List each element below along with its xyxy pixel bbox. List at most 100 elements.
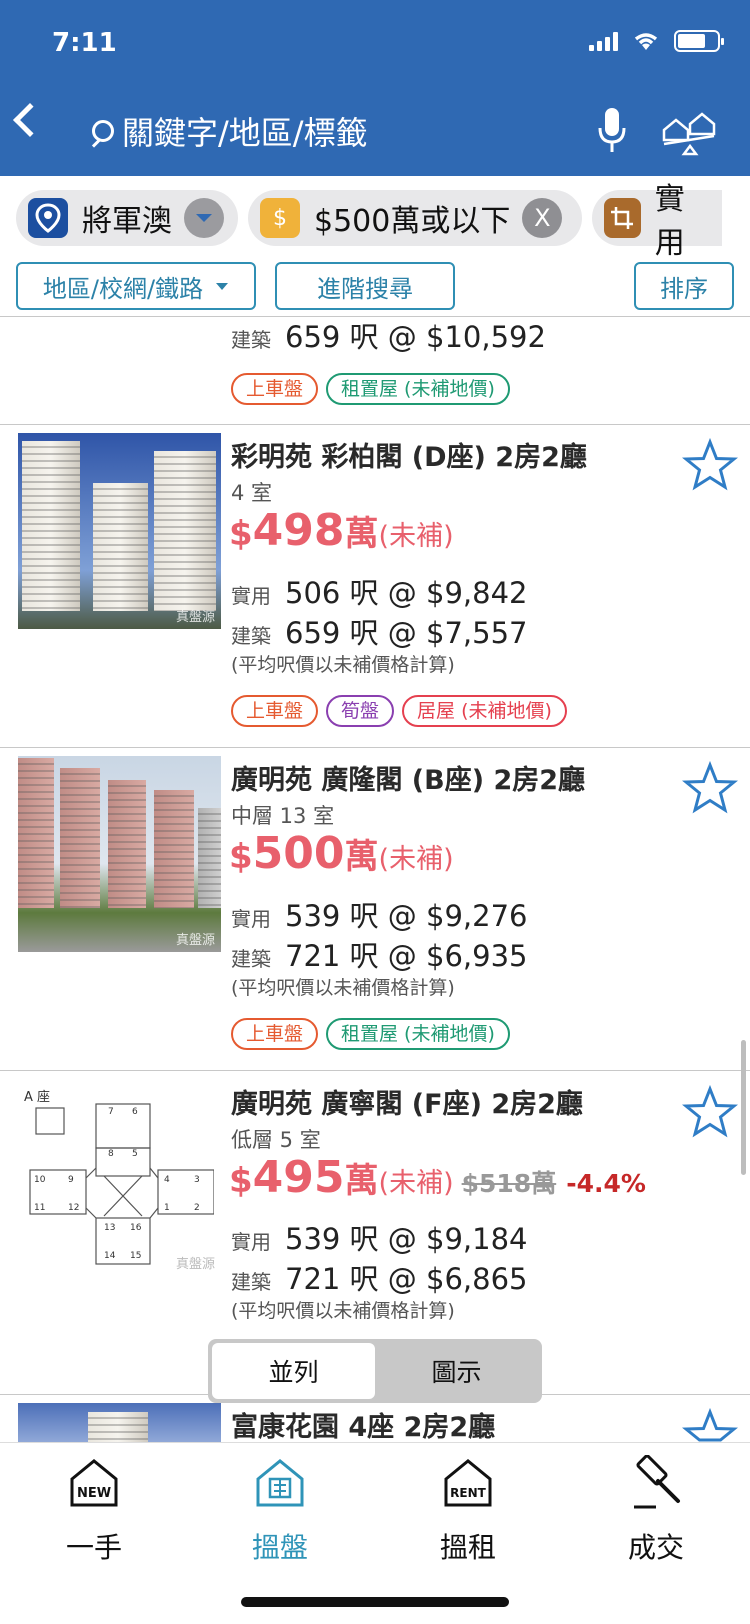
price-footnote: (平均呎價以未補價格計算) <box>231 1300 455 1322</box>
house-search-icon <box>256 1459 304 1507</box>
search-input[interactable]: 關鍵字/地區/標籤 <box>92 108 368 154</box>
divider <box>0 747 750 748</box>
price-unit: 萬 <box>344 837 379 877</box>
price-note: (未補) <box>378 521 454 552</box>
listing-unit: 低層 5 室 <box>231 1128 321 1152</box>
listing-title: 彩明苑 彩柏閣 (D座) 2房2廳 <box>231 442 587 473</box>
close-icon[interactable]: X <box>522 198 563 238</box>
chip-price[interactable]: $ $500萬或以下 X <box>248 190 582 246</box>
chevron-down-icon <box>216 282 229 290</box>
gross-label: 建築 <box>231 328 271 352</box>
tag: 租置屋 (未補地價) <box>326 373 510 405</box>
tab-label: 成交 <box>627 1531 684 1564</box>
svg-text:NEW: NEW <box>77 1486 111 1501</box>
svg-text:5: 5 <box>132 1149 138 1159</box>
svg-text:14: 14 <box>104 1251 116 1261</box>
svg-text:15: 15 <box>130 1251 141 1261</box>
rent-house-icon: RENT <box>444 1459 492 1507</box>
gross-area-row: 建築 659 呎 @ $7,557 <box>231 610 527 652</box>
listing-photo <box>18 1403 221 1442</box>
chevron-down-icon[interactable] <box>184 198 224 238</box>
area-filter-button[interactable]: 地區/校網/鐵路 <box>16 262 256 310</box>
floorplan-drawing: 7 68 5 10 9 4 3 11 12 1 2 13 1614 15 <box>29 1103 214 1265</box>
old-price: $518萬 <box>461 1169 557 1198</box>
area-filter-label: 地區/校網/鐵路 <box>42 274 204 303</box>
svg-text:3: 3 <box>194 1175 200 1185</box>
chip-price-label: $500萬或以下 <box>314 204 511 239</box>
chip-district-label: 將軍澳 <box>82 204 172 239</box>
tag: 租置屋 (未補地價) <box>326 1018 510 1050</box>
gross-label: 建築 <box>231 624 271 648</box>
listing-photo: 真盤源 <box>18 433 221 629</box>
back-button[interactable] <box>13 103 47 137</box>
listing-photo: 真盤源 <box>18 756 221 952</box>
price-unit: 萬 <box>344 514 379 554</box>
divider <box>0 1070 750 1071</box>
listing-title: 廣明苑 廣寧閣 (F座) 2房2廳 <box>231 1089 583 1120</box>
svg-text:4: 4 <box>164 1175 170 1185</box>
tag: 筍盤 <box>326 695 395 727</box>
svg-text:16: 16 <box>130 1223 142 1233</box>
svg-text:8: 8 <box>108 1149 114 1159</box>
microphone-icon[interactable] <box>598 108 626 154</box>
svg-text:7: 7 <box>108 1107 114 1117</box>
saleable-value: 539 呎 @ $9,276 <box>285 899 528 933</box>
chip-saleable[interactable]: 實用 <box>592 182 722 261</box>
view-toggle[interactable]: 並列 圖示 <box>208 1339 542 1403</box>
saved-search-icon[interactable] <box>660 108 718 156</box>
search-icon <box>92 120 114 142</box>
watermark: 真盤源 <box>175 933 215 948</box>
listing-unit: 中層 13 室 <box>231 804 335 828</box>
listing-title: 富康花園 4座 2房2廳 <box>231 1412 496 1443</box>
svg-text:11: 11 <box>34 1203 45 1213</box>
list-view-tab[interactable]: 並列 <box>212 1343 375 1399</box>
price-footnote: (平均呎價以未補價格計算) <box>231 977 455 999</box>
tab-find-rental[interactable]: RENT 搵租 <box>398 1455 538 1566</box>
bottom-tab-bar: NEW 一手 搵盤 RENT 搵租 成交 <box>0 1442 750 1624</box>
price-change: -4.4% <box>566 1169 646 1198</box>
favorite-star-icon[interactable] <box>682 1085 738 1141</box>
tab-new-homes[interactable]: NEW 一手 <box>24 1455 164 1566</box>
favorite-star-icon[interactable] <box>682 1408 738 1442</box>
new-house-icon: NEW <box>70 1459 118 1507</box>
svg-text:10: 10 <box>34 1175 46 1185</box>
saleable-label: 實用 <box>231 584 271 608</box>
saleable-value: 539 呎 @ $9,184 <box>285 1222 528 1256</box>
gross-value: 659 呎 @ $7,557 <box>285 616 528 650</box>
tab-label: 一手 <box>65 1531 122 1564</box>
saleable-label: 實用 <box>231 1230 271 1254</box>
watermark: 真盤源 <box>175 1257 215 1272</box>
scrollbar[interactable] <box>741 1040 746 1175</box>
cellular-signal-icon <box>589 31 618 51</box>
favorite-star-icon[interactable] <box>682 438 738 494</box>
tag-list: 上車盤 筍盤 居屋 (未補地價) <box>231 695 575 727</box>
gross-area-row: 建築 659 呎 @ $10,592 <box>231 314 546 356</box>
price-note: (未補) <box>378 1168 454 1199</box>
listing-title: 廣明苑 廣隆閣 (B座) 2房2廳 <box>231 765 586 796</box>
tab-find-property[interactable]: 搵盤 <box>210 1455 350 1566</box>
svg-text:12: 12 <box>68 1203 79 1213</box>
money-bag-icon: $ <box>260 198 300 238</box>
tag-list: 上車盤 租置屋 (未補地價) <box>231 373 518 405</box>
gross-value: 659 呎 @ $10,592 <box>285 320 546 354</box>
home-indicator <box>241 1597 509 1607</box>
location-pin-icon <box>28 198 68 238</box>
tab-transactions[interactable]: 成交 <box>586 1454 726 1566</box>
map-view-tab[interactable]: 圖示 <box>375 1343 538 1399</box>
svg-text:2: 2 <box>194 1203 200 1213</box>
svg-text:9: 9 <box>68 1175 74 1185</box>
favorite-star-icon[interactable] <box>682 761 738 817</box>
floorplan-image: A 座 7685 10 9 4 3 11 12 1 2 13 16 14 15 真盤源 <box>18 1080 221 1276</box>
divider <box>0 424 750 425</box>
sort-button[interactable]: 排序 <box>634 262 734 310</box>
search-placeholder: 關鍵字/地區/標籤 <box>122 114 368 152</box>
chip-district[interactable]: 將軍澳 <box>16 190 238 246</box>
tag-list: 上車盤 租置屋 (未補地價) <box>231 1018 518 1050</box>
gross-value: 721 呎 @ $6,865 <box>285 1262 528 1296</box>
svg-text:13: 13 <box>104 1223 115 1233</box>
tag: 上車盤 <box>231 695 319 727</box>
gavel-icon <box>634 1454 680 1509</box>
price-unit: 萬 <box>344 1161 379 1201</box>
saleable-label: 實用 <box>231 907 271 931</box>
advanced-search-button[interactable]: 進階搜尋 <box>275 262 455 310</box>
